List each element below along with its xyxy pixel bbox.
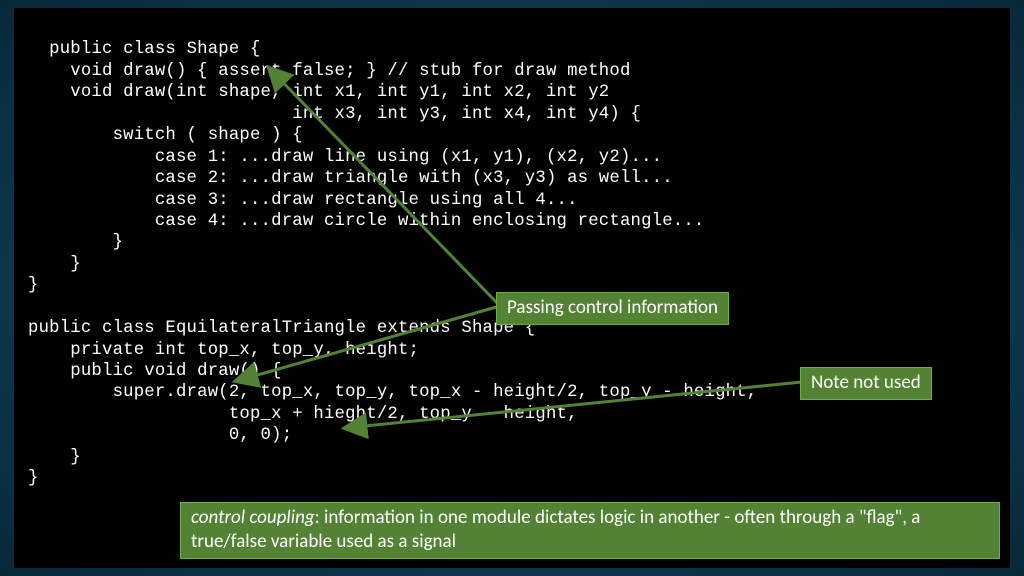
callout-passing-control: Passing control information [496, 292, 729, 325]
callout-text: Passing control information [507, 296, 718, 319]
definition-term: control coupling [191, 506, 315, 529]
callout-text: Note not used [811, 371, 921, 394]
code-block: public class Shape { void draw() { asser… [14, 8, 1010, 568]
callout-note-not-used: Note not used [800, 367, 932, 400]
code-text: public class Shape { void draw() { asser… [28, 40, 757, 488]
callout-definition: control coupling: information in one mod… [180, 502, 1000, 559]
